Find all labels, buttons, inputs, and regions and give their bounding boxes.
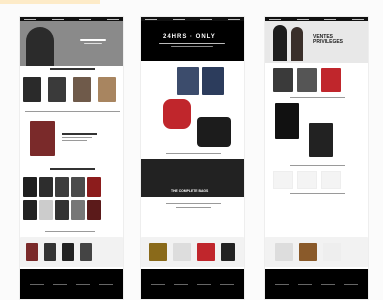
product-card[interactable] bbox=[321, 171, 341, 189]
grid-image[interactable] bbox=[71, 200, 85, 220]
product-image[interactable] bbox=[26, 243, 38, 261]
product-image[interactable] bbox=[177, 67, 199, 95]
hero-model-image bbox=[273, 25, 287, 61]
footer bbox=[141, 269, 244, 299]
grid-image[interactable] bbox=[87, 200, 101, 220]
grid-image[interactable] bbox=[23, 200, 37, 220]
caption-line bbox=[166, 203, 221, 204]
product-image[interactable] bbox=[23, 77, 41, 102]
caption-line bbox=[45, 231, 95, 232]
grid-image[interactable] bbox=[23, 177, 37, 197]
feature-title bbox=[62, 133, 97, 135]
product-image[interactable] bbox=[197, 117, 231, 147]
hero-title bbox=[80, 39, 106, 41]
product-image[interactable] bbox=[62, 243, 74, 261]
email-preview-1[interactable] bbox=[19, 16, 124, 300]
footer bbox=[265, 269, 368, 299]
grid-image[interactable] bbox=[87, 177, 101, 197]
hero-subtitle bbox=[171, 46, 213, 47]
feature-text bbox=[62, 137, 92, 138]
promo-title: THE COMPLETE BAGS bbox=[171, 189, 209, 193]
caption-line bbox=[290, 193, 345, 194]
product-image[interactable] bbox=[297, 68, 317, 92]
product-image[interactable] bbox=[202, 67, 224, 95]
product-image[interactable] bbox=[80, 243, 92, 261]
product-image[interactable] bbox=[44, 243, 56, 261]
caption-line bbox=[25, 111, 120, 112]
caption-line bbox=[176, 207, 211, 208]
accent-strip bbox=[0, 0, 100, 4]
hero-model-image bbox=[26, 27, 54, 66]
product-image[interactable] bbox=[197, 243, 215, 261]
product-image[interactable] bbox=[98, 77, 116, 102]
promo-banner[interactable]: THE COMPLETE BAGS bbox=[141, 159, 244, 197]
grid-image[interactable] bbox=[71, 177, 85, 197]
hero-banner[interactable]: VENTES PRIVILEGES bbox=[265, 21, 368, 63]
feature-image[interactable] bbox=[309, 123, 333, 157]
email-preview-2[interactable]: 24HRS · ONLY THE COMPLETE BAGS bbox=[140, 16, 245, 300]
product-image[interactable] bbox=[273, 68, 293, 92]
caption-line bbox=[290, 97, 345, 98]
product-image[interactable] bbox=[173, 243, 191, 261]
product-image[interactable] bbox=[221, 243, 235, 261]
caption-line bbox=[290, 165, 345, 166]
grid-image[interactable] bbox=[55, 177, 69, 197]
hero-model-image bbox=[291, 27, 303, 61]
hero-banner[interactable] bbox=[20, 21, 123, 66]
grid-image[interactable] bbox=[55, 200, 69, 220]
product-image[interactable] bbox=[299, 243, 317, 261]
section-heading bbox=[50, 68, 95, 70]
feature-image[interactable] bbox=[275, 103, 299, 139]
feature-image[interactable] bbox=[30, 121, 55, 156]
email-preview-3[interactable]: VENTES PRIVILEGES bbox=[264, 16, 369, 300]
product-image[interactable] bbox=[323, 243, 341, 261]
footer bbox=[20, 269, 123, 299]
section-heading bbox=[50, 168, 95, 170]
product-image[interactable] bbox=[163, 99, 191, 129]
product-image[interactable] bbox=[275, 243, 293, 261]
caption-line bbox=[166, 153, 221, 154]
grid-image[interactable] bbox=[39, 200, 53, 220]
feature-text bbox=[62, 140, 87, 141]
product-card[interactable] bbox=[297, 171, 317, 189]
product-card[interactable] bbox=[273, 171, 293, 189]
product-image[interactable] bbox=[149, 243, 167, 261]
hero-subtitle bbox=[159, 43, 225, 44]
hero-banner[interactable]: 24HRS · ONLY bbox=[141, 21, 244, 61]
hero-subtitle bbox=[84, 43, 102, 44]
product-image[interactable] bbox=[73, 77, 91, 102]
hero-title: VENTES PRIVILEGES bbox=[313, 34, 344, 45]
grid-image[interactable] bbox=[39, 177, 53, 197]
product-image[interactable] bbox=[48, 77, 66, 102]
product-image[interactable] bbox=[321, 68, 341, 92]
hero-title: 24HRS · ONLY bbox=[163, 34, 216, 40]
